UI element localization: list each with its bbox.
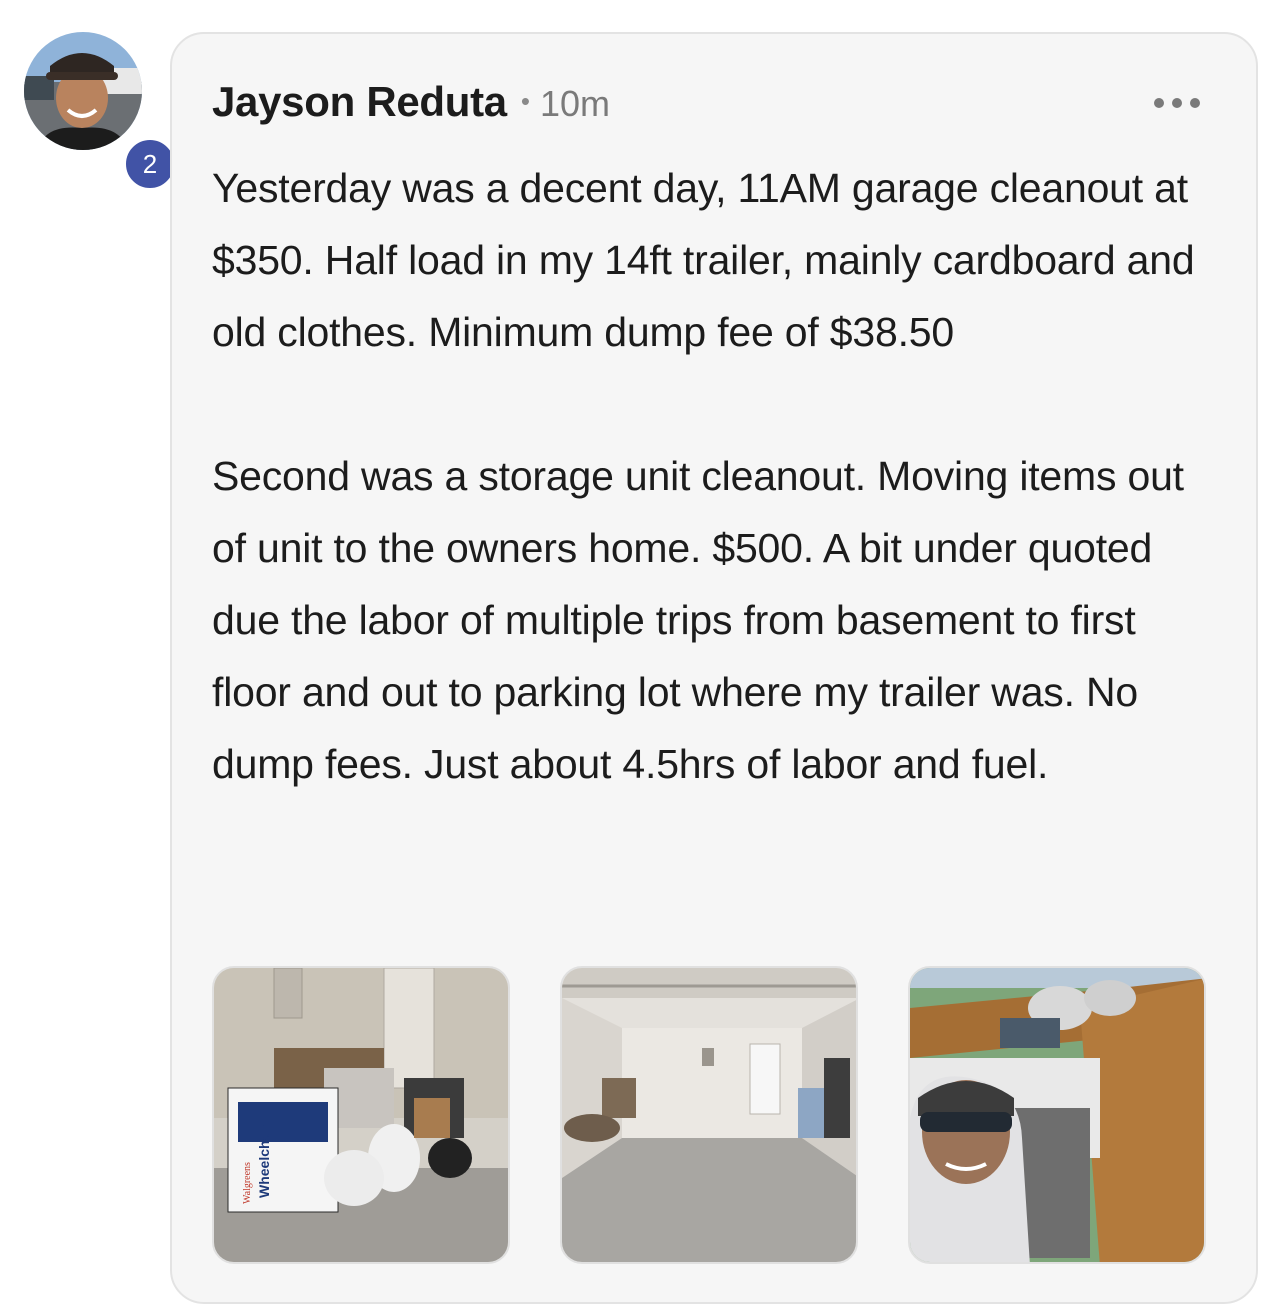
author-name[interactable]: Jayson Reduta	[212, 78, 507, 126]
post-photo-garage-empty[interactable]	[560, 966, 858, 1264]
post-timestamp[interactable]: 10m	[540, 83, 610, 125]
post-photo-garage-cluttered[interactable]: Wheelchair Walgreens	[212, 966, 510, 1264]
post-paragraph-2: Second was a storage unit cleanout. Movi…	[212, 453, 1184, 787]
post-body: Yesterday was a decent day, 11AM garage …	[212, 152, 1222, 800]
photo-image	[562, 968, 856, 1262]
avatar-image	[24, 32, 142, 150]
box-label-wheelchair: Wheelchair	[256, 1123, 272, 1198]
more-dot	[1172, 98, 1182, 108]
avatar[interactable]	[24, 32, 142, 150]
post-paragraph-1: Yesterday was a decent day, 11AM garage …	[212, 165, 1195, 355]
box-label-brand: Walgreens	[242, 1162, 253, 1204]
author-avatar-container[interactable]: 2	[24, 32, 178, 192]
dot-separator: •	[520, 86, 530, 116]
post-photo-trailer-selfie[interactable]	[908, 966, 1206, 1264]
more-horizontal-icon[interactable]	[1154, 96, 1200, 110]
post-header: Jayson Reduta • 10m	[212, 78, 610, 126]
photo-image: Wheelchair Walgreens	[214, 968, 508, 1262]
more-dot	[1190, 98, 1200, 108]
photo-image	[910, 968, 1204, 1262]
post-card: Jayson Reduta • 10m Yesterday was a dece…	[170, 32, 1258, 1304]
more-dot	[1154, 98, 1164, 108]
